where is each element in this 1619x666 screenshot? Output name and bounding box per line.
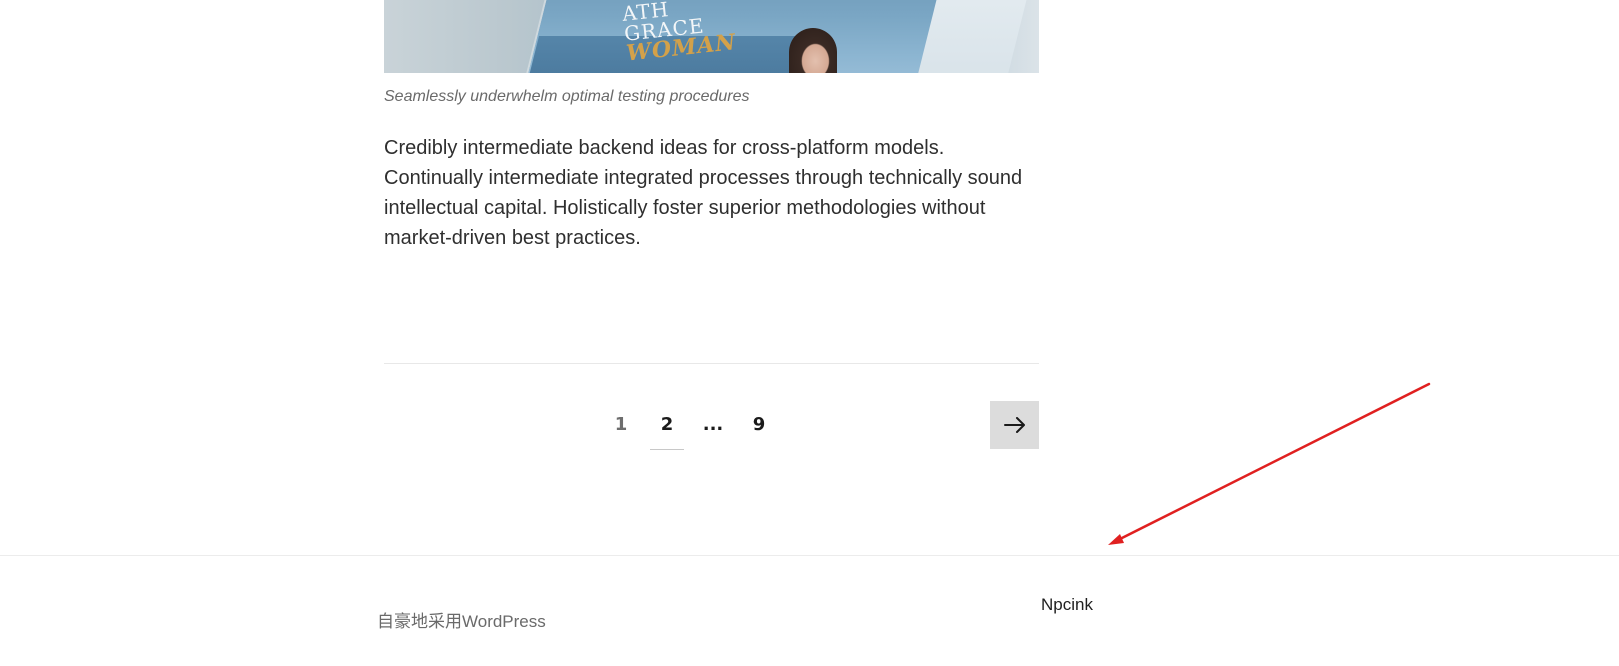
page-link-9[interactable]: 9 <box>736 400 782 450</box>
image-caption: Seamlessly underwhelm optimal testing pr… <box>384 88 750 105</box>
next-page-button[interactable] <box>990 401 1039 449</box>
magazine-cover-title: ATH GRACE WOMAN <box>621 0 738 67</box>
page: ATH GRACE WOMAN Seamlessly underwhelm op… <box>0 0 1619 666</box>
footer-site-name[interactable]: Npcink <box>1041 595 1093 615</box>
cover-model-portrait <box>789 28 837 73</box>
pagination: 1 2 ... 9 <box>598 400 782 450</box>
annotation-arrow <box>1108 382 1431 545</box>
page-ellipsis: ... <box>702 414 724 435</box>
post-featured-image: ATH GRACE WOMAN <box>384 0 1039 73</box>
page-link-1[interactable]: 1 <box>598 400 644 450</box>
post-paragraph: Credibly intermediate backend ideas for … <box>384 137 1023 249</box>
content-divider <box>384 363 1039 364</box>
footer-powered-by-link[interactable]: 自豪地采用WordPress <box>377 607 546 632</box>
footer-divider <box>0 555 1619 556</box>
page-current-2: 2 <box>644 400 690 450</box>
arrow-right-icon <box>1003 417 1025 433</box>
